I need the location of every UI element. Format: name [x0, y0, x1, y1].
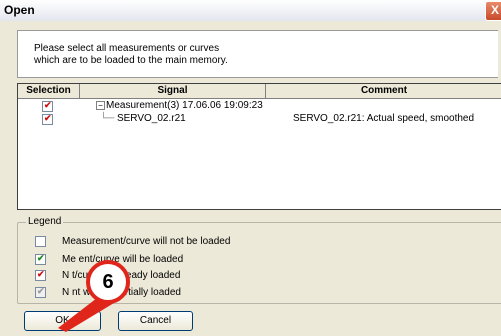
cancel-button[interactable]: Cancel: [118, 311, 193, 331]
row-checkbox[interactable]: [42, 113, 53, 125]
ok-button[interactable]: OK: [24, 311, 101, 331]
close-icon[interactable]: X: [485, 1, 501, 21]
open-dialog: Open X Please select all measurements or…: [0, 0, 501, 336]
unchecked-checkbox-icon: [35, 236, 46, 247]
comment-cell: SERVO_02.r21: Actual speed, smoothed: [293, 113, 475, 124]
signal-cell: − Measurement(3) 17.06.06 19:09:23: [96, 100, 263, 112]
legend-label: Me ent/curve will be loaded: [62, 254, 184, 265]
column-header-signal[interactable]: Signal: [80, 84, 266, 98]
signal-cell: └─ SERVO_02.r21: [100, 113, 186, 124]
table-row[interactable]: └─ SERVO_02.r21 SERVO_02.r21: Actual spe…: [18, 113, 501, 125]
column-header-selection[interactable]: Selection: [18, 84, 80, 98]
instruction-text: Please select all measurements or curves…: [34, 43, 228, 66]
green-check-icon: [35, 253, 46, 265]
signal-table: Selection Signal Comment −Measurement(3)…: [17, 83, 501, 210]
legend-label: Measurement/curve will not be loaded: [62, 236, 231, 247]
dialog-title: Open: [4, 3, 35, 17]
signal-label: SERVO_02.r21: [116, 113, 186, 124]
step-callout: 6: [86, 260, 130, 304]
row-checkbox[interactable]: [42, 100, 53, 112]
legend-title: Legend: [26, 216, 64, 227]
column-header-comment[interactable]: Comment: [266, 84, 501, 98]
signal-label: Measurement(3) 17.06.06 19:09:23: [106, 100, 263, 111]
gray-check-icon: [35, 286, 46, 298]
collapse-icon[interactable]: −: [96, 100, 105, 110]
title-bar[interactable]: Open X: [0, 0, 501, 21]
table-header: Selection Signal Comment: [18, 84, 501, 99]
table-row[interactable]: −Measurement(3) 17.06.06 19:09:23: [18, 100, 501, 112]
red-check-icon: [35, 269, 46, 281]
instruction-panel: Please select all measurements or curves…: [17, 30, 498, 78]
